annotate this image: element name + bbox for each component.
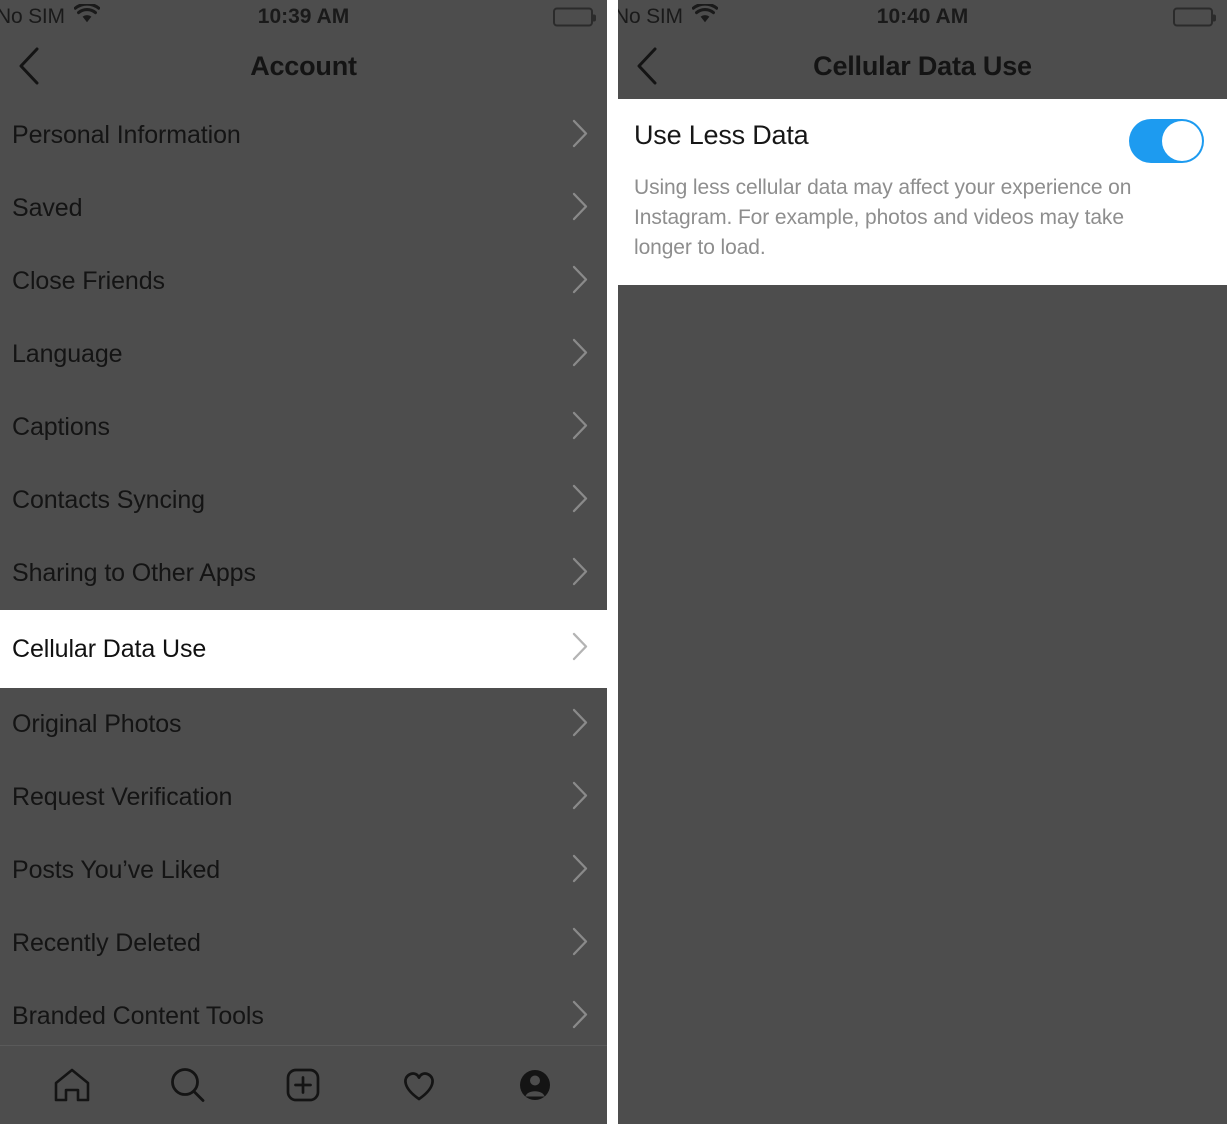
list-item-label: Close Friends <box>12 267 165 295</box>
chevron-right-icon <box>572 119 589 153</box>
setting-title: Use Less Data <box>634 120 809 150</box>
chevron-right-icon <box>572 1000 589 1034</box>
list-item-recently-deleted[interactable]: Recently Deleted <box>0 907 607 980</box>
list-item-label: Language <box>12 340 123 368</box>
chevron-right-icon <box>572 484 589 518</box>
list-item-label: Posts You’ve Liked <box>12 856 221 884</box>
left-nav-bar: Account <box>0 33 607 99</box>
status-bar-right-group <box>553 7 596 26</box>
right-phone-screen: No SIM 10:40 AM Cellular Data Use Use Le… <box>618 0 1227 1124</box>
add-post-icon <box>287 1068 320 1102</box>
use-less-data-toggle[interactable] <box>1129 119 1204 163</box>
page-title: Cellular Data Use <box>813 50 1032 81</box>
battery-icon <box>553 7 596 26</box>
dual-screenshot-container: No SIM 10:39 AM Account Personal Informa… <box>0 0 1227 1124</box>
clock-label: 10:39 AM <box>257 4 350 28</box>
list-item-cellular-data-use[interactable]: Cellular Data Use <box>0 610 607 688</box>
bottom-tab-bar <box>0 1045 607 1124</box>
list-item-label: Captions <box>12 413 110 441</box>
list-item-sharing-to-other-apps[interactable]: Sharing to Other Apps <box>0 537 607 610</box>
page-title: Account <box>250 50 357 81</box>
status-bar-right-group <box>1173 7 1216 26</box>
chevron-right-icon <box>572 854 589 888</box>
list-item-label: Saved <box>12 194 83 222</box>
left-status-bar: No SIM 10:39 AM <box>0 0 607 33</box>
right-nav-bar: Cellular Data Use <box>618 33 1227 99</box>
chevron-right-icon <box>572 265 589 299</box>
panel-divider <box>607 0 618 1124</box>
tab-search[interactable] <box>160 1057 216 1113</box>
chevron-right-icon <box>572 927 589 961</box>
chevron-right-icon <box>572 557 589 591</box>
empty-content-area <box>618 285 1227 1124</box>
chevron-right-icon <box>572 632 589 666</box>
battery-icon <box>1173 7 1216 26</box>
list-item-label: Cellular Data Use <box>12 634 207 663</box>
activity-heart-icon <box>404 1072 435 1101</box>
tab-profile[interactable] <box>507 1057 563 1113</box>
list-item-label: Branded Content Tools <box>12 1002 264 1030</box>
search-icon <box>170 1068 205 1102</box>
list-item-original-photos[interactable]: Original Photos <box>0 688 607 761</box>
chevron-left-icon <box>637 47 657 85</box>
profile-icon <box>520 1070 551 1100</box>
list-item-request-verification[interactable]: Request Verification <box>0 761 607 834</box>
chevron-right-icon <box>572 192 589 226</box>
back-button[interactable] <box>630 46 664 86</box>
toggle-knob <box>1162 121 1202 161</box>
list-item-branded-content-tools[interactable]: Branded Content Tools <box>0 980 607 1053</box>
chevron-right-icon <box>572 781 589 815</box>
list-item-label: Original Photos <box>12 710 182 738</box>
list-item-label: Personal Information <box>12 121 241 149</box>
use-less-data-card: Use Less Data Using less cellular data m… <box>618 99 1227 286</box>
list-item-label: Recently Deleted <box>12 929 201 957</box>
list-item-close-friends[interactable]: Close Friends <box>0 245 607 318</box>
list-item-posts-youve-liked[interactable]: Posts You’ve Liked <box>0 834 607 907</box>
back-button[interactable] <box>12 46 46 86</box>
list-item-label: Contacts Syncing <box>12 486 205 514</box>
chevron-right-icon <box>572 708 589 742</box>
setting-header-row: Use Less Data <box>634 117 1211 163</box>
tab-activity[interactable] <box>391 1057 447 1113</box>
list-item-language[interactable]: Language <box>0 318 607 391</box>
tab-home[interactable] <box>44 1057 100 1113</box>
left-phone-screen: No SIM 10:39 AM Account Personal Informa… <box>0 0 607 1124</box>
home-icon <box>54 1068 90 1102</box>
list-item-captions[interactable]: Captions <box>0 391 607 464</box>
chevron-right-icon <box>572 338 589 372</box>
account-settings-list: Personal Information Saved Close Friends… <box>0 99 607 1053</box>
chevron-right-icon <box>572 411 589 445</box>
setting-description: Using less cellular data may affect your… <box>634 176 1132 260</box>
list-item-contacts-syncing[interactable]: Contacts Syncing <box>0 464 607 537</box>
tab-add-post[interactable] <box>275 1057 331 1113</box>
list-item-label: Sharing to Other Apps <box>12 559 256 587</box>
right-status-bar: No SIM 10:40 AM <box>618 0 1227 33</box>
list-item-saved[interactable]: Saved <box>0 172 607 245</box>
chevron-left-icon <box>19 47 39 85</box>
list-item-label: Request Verification <box>12 783 233 811</box>
clock-label: 10:40 AM <box>876 4 969 28</box>
list-item-personal-information[interactable]: Personal Information <box>0 99 607 172</box>
